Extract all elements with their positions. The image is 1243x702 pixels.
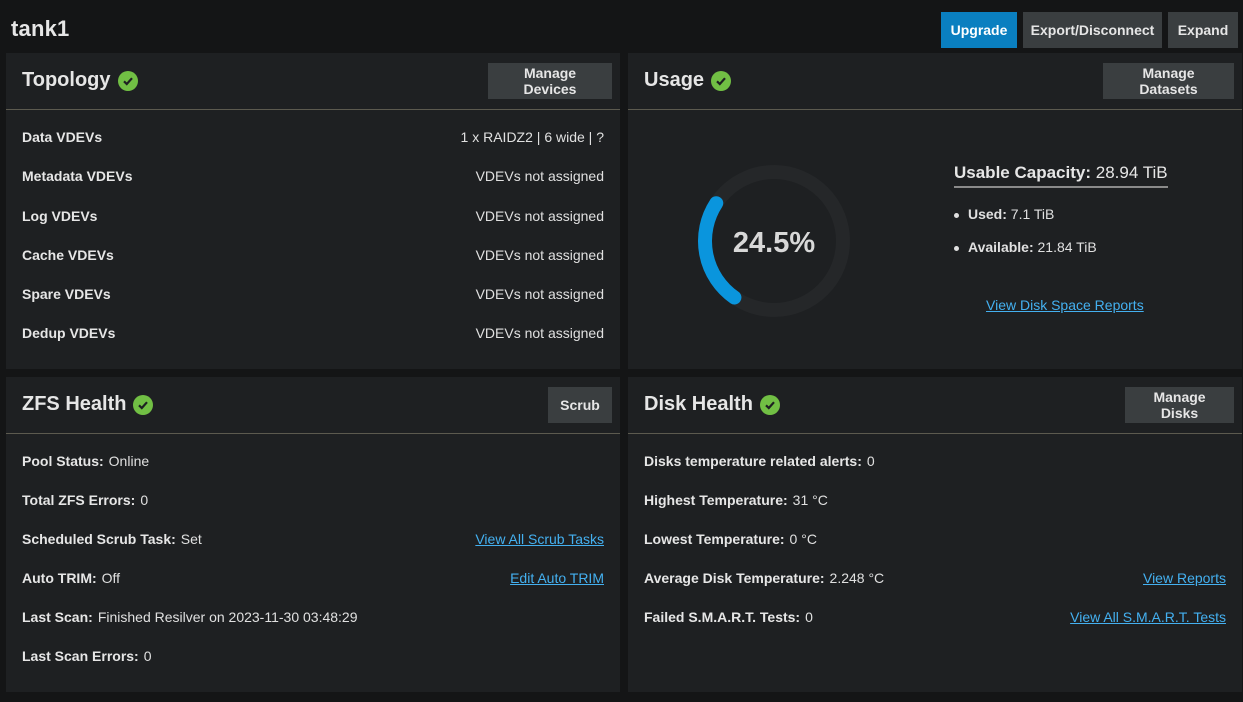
topology-row: Cache VDEVs VDEVs not assigned — [22, 245, 604, 265]
topology-row: Dedup VDEVs VDEVs not assigned — [22, 323, 604, 343]
zfs-row-value: 0 — [143, 648, 152, 664]
disk-row-value: 2.248 °C — [829, 570, 885, 586]
zfs-row: Auto TRIM: Off Edit Auto TRIM — [22, 568, 604, 588]
disk-row-label: Disks temperature related alerts: — [644, 453, 862, 469]
disk-row: Disks temperature related alerts: 0 — [644, 451, 1226, 471]
zfs-row-label: Last Scan: — [22, 609, 93, 625]
zfs-row: Scheduled Scrub Task: Set View All Scrub… — [22, 529, 604, 549]
zfs-row: Last Scan: Finished Resilver on 2023-11-… — [22, 607, 604, 627]
zfs-row-value: Finished Resilver on 2023-11-30 03:48:29 — [97, 609, 358, 625]
topology-row-value: VDEVs not assigned — [475, 325, 604, 341]
zfs-row-label: Last Scan Errors: — [22, 648, 139, 664]
topology-row-value: VDEVs not assigned — [475, 247, 604, 263]
used-label: Used: — [968, 206, 1007, 222]
disk-row: Lowest Temperature: 0 °C — [644, 529, 1226, 549]
topology-row-label: Log VDEVs — [22, 208, 98, 224]
zfs-health-title: ZFS Health — [22, 393, 127, 415]
usage-title-wrap: Usage — [644, 69, 732, 92]
view-all-scrub-tasks-link[interactable]: View All Scrub Tasks — [475, 531, 604, 547]
topology-row: Metadata VDEVs VDEVs not assigned — [22, 166, 604, 186]
manage-datasets-button[interactable]: Manage Datasets — [1103, 63, 1234, 99]
zfs-row-label: Total ZFS Errors: — [22, 492, 136, 508]
expand-button[interactable]: Expand — [1168, 12, 1238, 48]
view-reports-link[interactable]: View Reports — [1143, 570, 1226, 586]
available-value: 21.84 TiB — [1037, 239, 1097, 255]
disk-row-value: 31 °C — [792, 492, 828, 508]
check-circle-icon — [759, 394, 780, 415]
check-circle-icon — [711, 70, 732, 91]
disk-row: Highest Temperature: 31 °C — [644, 490, 1226, 510]
disk-row-label: Lowest Temperature: — [644, 531, 785, 547]
zfs-row: Last Scan Errors: 0 — [22, 646, 604, 666]
disk-row-value: 0 °C — [789, 531, 817, 547]
topology-row-value: 1 x RAIDZ2 | 6 wide | ? — [460, 129, 604, 145]
pool-title: tank1 — [11, 16, 70, 41]
zfs-row-value: 0 — [140, 492, 149, 508]
zfs-row: Total ZFS Errors: 0 — [22, 490, 604, 510]
topology-row-label: Data VDEVs — [22, 129, 103, 145]
zfs-row-value: Off — [101, 570, 121, 586]
zfs-health-header: ZFS Health Scrub — [6, 377, 620, 434]
topology-row-value: VDEVs not assigned — [475, 208, 604, 224]
disk-health-header: Disk Health Manage Disks — [628, 377, 1242, 434]
used-value: 7.1 TiB — [1010, 206, 1055, 222]
disk-row-value: 0 — [866, 453, 875, 469]
zfs-row: Pool Status: Online — [22, 451, 604, 471]
manage-disks-button[interactable]: Manage Disks — [1125, 387, 1234, 423]
manage-devices-button[interactable]: Manage Devices — [488, 63, 612, 99]
zfs-row-label: Scheduled Scrub Task: — [22, 531, 176, 547]
edit-auto-trim-link[interactable]: Edit Auto TRIM — [510, 570, 604, 586]
topology-title-wrap: Topology — [22, 69, 138, 92]
used-item: Used: 7.1 TiB — [953, 206, 1055, 222]
available-item: Available: 21.84 TiB — [954, 239, 1097, 255]
topology-row: Data VDEVs 1 x RAIDZ2 | 6 wide | ? — [22, 127, 604, 147]
pool-actions: Upgrade Export/Disconnect Expand — [941, 12, 1238, 48]
topology-row-label: Cache VDEVs — [22, 247, 114, 263]
topology-row: Log VDEVs VDEVs not assigned — [22, 206, 604, 226]
topology-row-label: Spare VDEVs — [22, 286, 111, 302]
topology-row: Spare VDEVs VDEVs not assigned — [22, 284, 604, 304]
scrub-button[interactable]: Scrub — [548, 387, 612, 423]
available-label: Available: — [968, 239, 1034, 255]
disk-health-title-wrap: Disk Health — [644, 393, 780, 416]
usage-header: Usage Manage Datasets — [628, 53, 1242, 110]
usage-title: Usage — [644, 69, 705, 91]
topology-row-value: VDEVs not assigned — [475, 286, 604, 302]
usage-gauge: 24.5% — [698, 165, 850, 317]
disk-row: Failed S.M.A.R.T. Tests: 0 View All S.M.… — [644, 607, 1226, 627]
check-circle-icon — [133, 394, 154, 415]
check-circle-icon — [117, 70, 138, 91]
disk-health-title: Disk Health — [644, 393, 753, 415]
view-disk-space-reports-link[interactable]: View Disk Space Reports — [986, 297, 1144, 313]
topology-row-value: VDEVs not assigned — [475, 168, 604, 184]
usable-capacity: Usable Capacity: 28.94 TiB — [954, 163, 1168, 188]
disk-row: Average Disk Temperature: 2.248 °C View … — [644, 568, 1226, 588]
upgrade-button[interactable]: Upgrade — [941, 12, 1017, 48]
usable-capacity-label: Usable Capacity: — [954, 163, 1091, 182]
export-disconnect-button[interactable]: Export/Disconnect — [1023, 12, 1162, 48]
gauge-fill — [698, 196, 742, 305]
zfs-health-card: ZFS Health Scrub Pool Status: Online Tot… — [6, 377, 620, 692]
topology-row-label: Metadata VDEVs — [22, 168, 133, 184]
zfs-health-title-wrap: ZFS Health — [22, 393, 154, 416]
disk-row-label: Highest Temperature: — [644, 492, 788, 508]
usage-card: Usage Manage Datasets 24.5% Usable Capac… — [628, 53, 1242, 369]
zfs-row-label: Auto TRIM: — [22, 570, 97, 586]
usage-percent: 24.5% — [733, 227, 815, 259]
disk-row-label: Failed S.M.A.R.T. Tests: — [644, 609, 801, 625]
topology-card: Topology Manage Devices Data VDEVs 1 x R… — [6, 53, 620, 369]
zfs-row-label: Pool Status: — [22, 453, 104, 469]
topology-title: Topology — [22, 69, 111, 91]
disk-row-label: Average Disk Temperature: — [644, 570, 825, 586]
zfs-row-value: Online — [108, 453, 150, 469]
topology-row-label: Dedup VDEVs — [22, 325, 116, 341]
topology-header: Topology Manage Devices — [6, 53, 620, 110]
disk-health-card: Disk Health Manage Disks Disks temperatu… — [628, 377, 1242, 692]
view-all-smart-tests-link[interactable]: View All S.M.A.R.T. Tests — [1070, 609, 1226, 625]
zfs-row-value: Set — [180, 531, 202, 547]
usable-capacity-value: 28.94 TiB — [1095, 163, 1168, 182]
disk-row-value: 0 — [805, 609, 813, 625]
